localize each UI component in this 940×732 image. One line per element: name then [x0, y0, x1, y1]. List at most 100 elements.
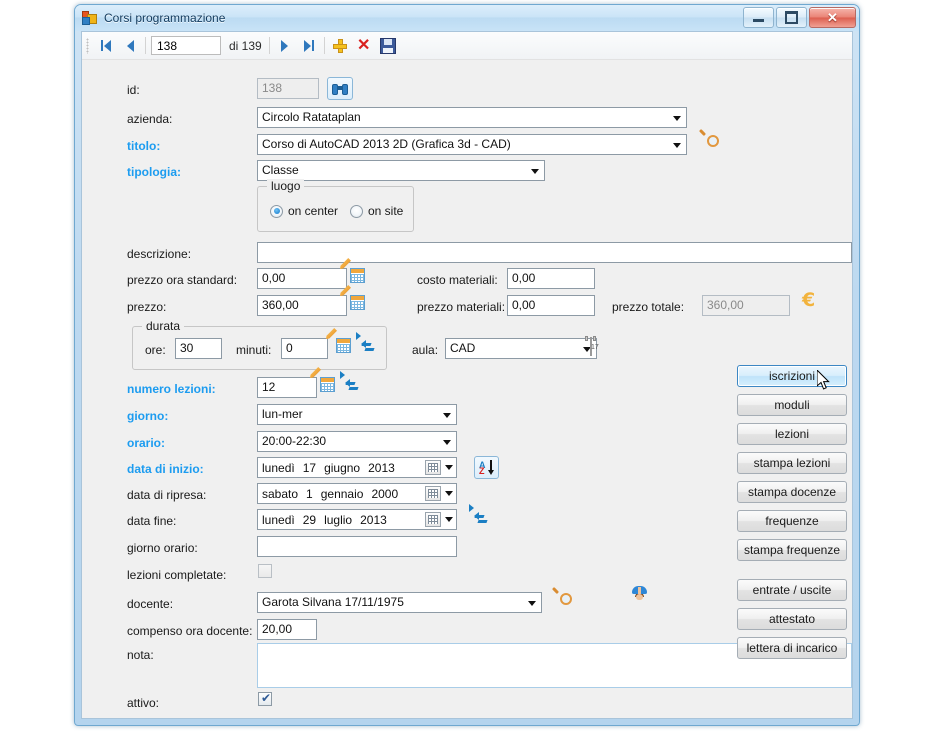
- last-record-button[interactable]: [297, 34, 321, 57]
- prezzo-ora-standard-field[interactable]: 0,00: [257, 268, 347, 289]
- chevron-down-icon: [531, 169, 539, 174]
- close-button[interactable]: ✕: [809, 7, 856, 28]
- maximize-button[interactable]: [776, 7, 807, 28]
- azienda-combo[interactable]: Circolo Ratataplan: [257, 107, 687, 128]
- chevron-down-icon: [443, 413, 451, 418]
- data-ripresa-picker[interactable]: sabato 1 gennaio 2000: [257, 483, 457, 504]
- compenso-ora-docente-label: compenso ora docente:: [127, 624, 253, 638]
- prezzo-field[interactable]: 360,00: [257, 295, 347, 316]
- giorno-label: giorno:: [127, 409, 169, 423]
- ore-field[interactable]: 30: [175, 338, 222, 359]
- giorno-orario-field[interactable]: [257, 536, 457, 557]
- plus-icon: [332, 38, 347, 53]
- titolo-label: titolo:: [127, 139, 161, 153]
- radio-icon: [270, 204, 283, 218]
- docente-combo[interactable]: Garota Silvana 17/11/1975: [257, 592, 542, 613]
- frequenze-button[interactable]: frequenze: [737, 510, 847, 532]
- id-search-button[interactable]: [327, 77, 353, 100]
- window-title: Corsi programmazione: [104, 11, 226, 25]
- orario-value: 20:00-22:30: [262, 434, 327, 448]
- maximize-icon: [785, 11, 798, 24]
- tipologia-value: Classe: [262, 163, 299, 177]
- numero-lezioni-field[interactable]: 12: [257, 377, 317, 398]
- prezzo-materiali-field[interactable]: 0,00: [507, 295, 595, 316]
- durata-legend: durata: [142, 319, 185, 333]
- application-window: Corsi programmazione ✕ 138 di 139 ✕ id: …: [74, 4, 860, 726]
- record-navigation-toolbar: 138 di 139 ✕: [82, 32, 852, 60]
- delete-record-button[interactable]: ✕: [352, 34, 376, 57]
- minimize-button[interactable]: [743, 7, 774, 28]
- costo-materiali-field[interactable]: 0,00: [507, 268, 595, 289]
- calendar-picker-icon[interactable]: [425, 486, 441, 501]
- radio-on-center[interactable]: on center: [270, 204, 338, 218]
- stampa-frequenze-button[interactable]: stampa frequenze: [737, 539, 847, 561]
- minuti-field[interactable]: 0: [281, 338, 328, 359]
- dropdown-arrow-button[interactable]: [442, 458, 455, 477]
- previous-record-button[interactable]: [118, 34, 142, 57]
- radio-on-site-label: on site: [368, 204, 404, 218]
- save-floppy-icon: [379, 37, 396, 54]
- attivo-label: attivo:: [127, 696, 160, 710]
- radio-on-site[interactable]: on site: [350, 204, 403, 218]
- prezzo-ora-standard-label: prezzo ora standard:: [127, 273, 238, 287]
- descrizione-field[interactable]: [257, 242, 852, 263]
- lettera-di-incarico-button[interactable]: lettera di incarico: [737, 637, 847, 659]
- lezioni-completate-checkbox[interactable]: [258, 564, 272, 578]
- record-number-input[interactable]: 138: [151, 36, 221, 55]
- lezioni-completate-label: lezioni completate:: [127, 568, 227, 582]
- data-fine-picker[interactable]: lunedì 29 luglio 2013: [257, 509, 457, 530]
- next-record-button[interactable]: [273, 34, 297, 57]
- last-record-icon: [303, 39, 314, 52]
- lezioni-button[interactable]: lezioni: [737, 423, 847, 445]
- stampa-docenze-button[interactable]: stampa docenze: [737, 481, 847, 503]
- aula-combo[interactable]: CAD: [445, 338, 597, 359]
- toolbar-separator: [268, 37, 270, 54]
- minuti-label: minuti:: [236, 343, 272, 357]
- course-form: id: 138 azienda: Circolo Ratataplan tito…: [82, 60, 852, 718]
- durata-group: durata ore: 30 minuti: 0: [132, 319, 387, 370]
- orario-combo[interactable]: 20:00-22:30: [257, 431, 457, 452]
- next-record-icon: [281, 39, 289, 52]
- previous-record-icon: [126, 39, 134, 52]
- id-label: id:: [127, 83, 140, 97]
- tipologia-combo[interactable]: Classe: [257, 160, 545, 181]
- window-controls: ✕: [743, 7, 856, 28]
- dropdown-arrow-button[interactable]: [442, 484, 455, 503]
- titolo-combo[interactable]: Corso di AutoCAD 2013 2D (Grafica 3d - C…: [257, 134, 687, 155]
- costo-materiali-label: costo materiali:: [417, 273, 498, 287]
- compenso-ora-docente-field[interactable]: 20,00: [257, 619, 317, 640]
- iscrizioni-button[interactable]: iscrizioni: [737, 365, 847, 387]
- data-inizio-weekday: lunedì: [262, 460, 295, 475]
- chevron-down-icon: [673, 143, 681, 148]
- data-inizio-label: data di inizio:: [127, 462, 204, 476]
- attivo-checkbox[interactable]: ✔: [258, 692, 272, 706]
- first-record-button[interactable]: [94, 34, 118, 57]
- data-ripresa-day: 1: [306, 486, 313, 501]
- add-record-button[interactable]: [328, 34, 352, 57]
- attestato-button[interactable]: attestato: [737, 608, 847, 630]
- aula-calendar-button[interactable]: 17: [585, 336, 599, 356]
- moduli-button[interactable]: moduli: [737, 394, 847, 416]
- giorno-combo[interactable]: lun-mer: [257, 404, 457, 425]
- luogo-group: luogo on center on site: [257, 179, 414, 232]
- sort-button[interactable]: AZ: [474, 456, 499, 479]
- data-fine-label: data fine:: [127, 514, 177, 528]
- tipologia-label: tipologia:: [127, 165, 181, 179]
- entrate-uscite-button[interactable]: entrate / uscite: [737, 579, 847, 601]
- radio-icon: [350, 204, 363, 218]
- save-record-button[interactable]: [376, 34, 400, 57]
- data-fine-day: 29: [302, 512, 317, 527]
- data-inizio-year: 2013: [368, 460, 395, 475]
- data-ripresa-weekday: sabato: [262, 486, 299, 501]
- dropdown-arrow-button[interactable]: [442, 510, 455, 529]
- giorno-value: lun-mer: [262, 407, 303, 421]
- toolbar-grip: [86, 37, 89, 54]
- calendar-picker-icon[interactable]: [425, 512, 441, 527]
- luogo-legend: luogo: [267, 179, 305, 193]
- data-inizio-picker[interactable]: lunedì 17 giugno 2013: [257, 457, 457, 478]
- stampa-lezioni-button[interactable]: stampa lezioni: [737, 452, 847, 474]
- toolbar-separator: [145, 37, 146, 54]
- nota-label: nota:: [127, 648, 154, 662]
- delete-x-icon: ✕: [357, 36, 371, 54]
- calendar-picker-icon[interactable]: [425, 460, 441, 475]
